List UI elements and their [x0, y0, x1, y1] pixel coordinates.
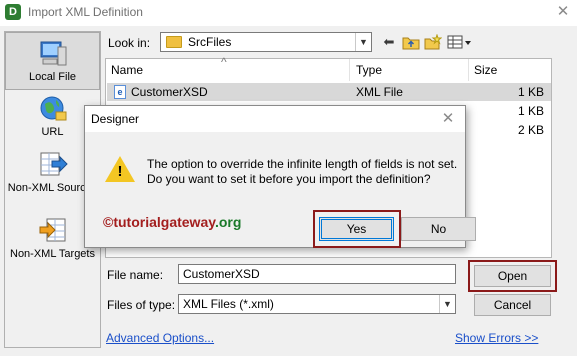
message-title: Designer [91, 112, 140, 126]
look-in-value: SrcFiles [188, 35, 232, 49]
files-of-type-combo[interactable]: XML Files (*.xml) ▼ [178, 294, 456, 314]
watermark-mid: gateway [160, 214, 215, 230]
file-name-label: File name: [107, 268, 164, 282]
column-header-size[interactable]: Size [474, 63, 497, 77]
file-size: 2 KB [517, 123, 544, 137]
file-type: XML File [356, 85, 403, 99]
look-in-combo[interactable]: SrcFiles ▼ [160, 32, 372, 52]
xml-file-icon: e [114, 85, 126, 99]
close-icon[interactable]: ✕ [437, 109, 459, 129]
open-button[interactable]: Open [474, 265, 551, 287]
designer-message-box: Designer ✕ ! The option to override the … [84, 105, 476, 248]
message-line-1: The option to override the infinite leng… [147, 157, 458, 171]
message-title-bar [85, 106, 465, 132]
cancel-button[interactable]: Cancel [474, 294, 551, 316]
column-divider[interactable] [349, 59, 350, 81]
grid-arrow-icon [39, 218, 65, 242]
files-of-type-label: Files of type: [107, 298, 176, 312]
back-icon[interactable]: ⬅ [379, 32, 399, 52]
file-row[interactable]: e CustomerXSD XML File 1 KB [107, 83, 551, 101]
advanced-options-link[interactable]: Advanced Options... [106, 331, 214, 345]
look-in-label: Look in: [108, 36, 151, 50]
chevron-down-icon[interactable]: ▼ [355, 33, 371, 51]
column-header-name[interactable]: Name [111, 63, 143, 77]
watermark-prefix: ©tutorial [103, 214, 161, 230]
close-icon[interactable]: ✕ [552, 2, 574, 22]
grid-arrow-icon [40, 152, 68, 176]
watermark: ©tutorialgateway.org [103, 214, 241, 230]
sort-ascending-icon: ^ [221, 55, 227, 69]
file-name-input[interactable]: CustomerXSD [178, 264, 456, 284]
message-line-2: Do you want to set it before you import … [147, 172, 431, 186]
warning-exclamation: ! [117, 163, 123, 180]
files-of-type-value: XML Files (*.xml) [183, 297, 274, 311]
new-folder-icon[interactable] [423, 32, 443, 52]
file-name: CustomerXSD [131, 85, 208, 99]
file-size: 1 KB [517, 85, 544, 99]
column-header-type[interactable]: Type [356, 63, 382, 77]
yes-button[interactable]: Yes [319, 217, 394, 241]
view-menu-icon[interactable] [446, 32, 474, 52]
chevron-down-icon[interactable]: ▼ [439, 295, 455, 313]
folder-icon [166, 36, 182, 48]
nav-item-local-file[interactable]: Local File [5, 32, 100, 90]
column-divider[interactable] [468, 59, 469, 81]
up-folder-icon[interactable] [401, 32, 421, 52]
no-button[interactable]: No [401, 217, 476, 241]
app-icon: D [5, 4, 21, 20]
show-errors-link[interactable]: Show Errors >> [455, 331, 538, 345]
nav-label-non-xml-targets: Non-XML Targets [10, 248, 95, 260]
watermark-suffix: .org [214, 214, 242, 230]
window-title: Import XML Definition [28, 5, 143, 19]
computer-icon [40, 41, 66, 66]
file-size: 1 KB [517, 104, 544, 118]
globe-icon [40, 96, 66, 121]
nav-label-local-file: Local File [28, 71, 77, 83]
